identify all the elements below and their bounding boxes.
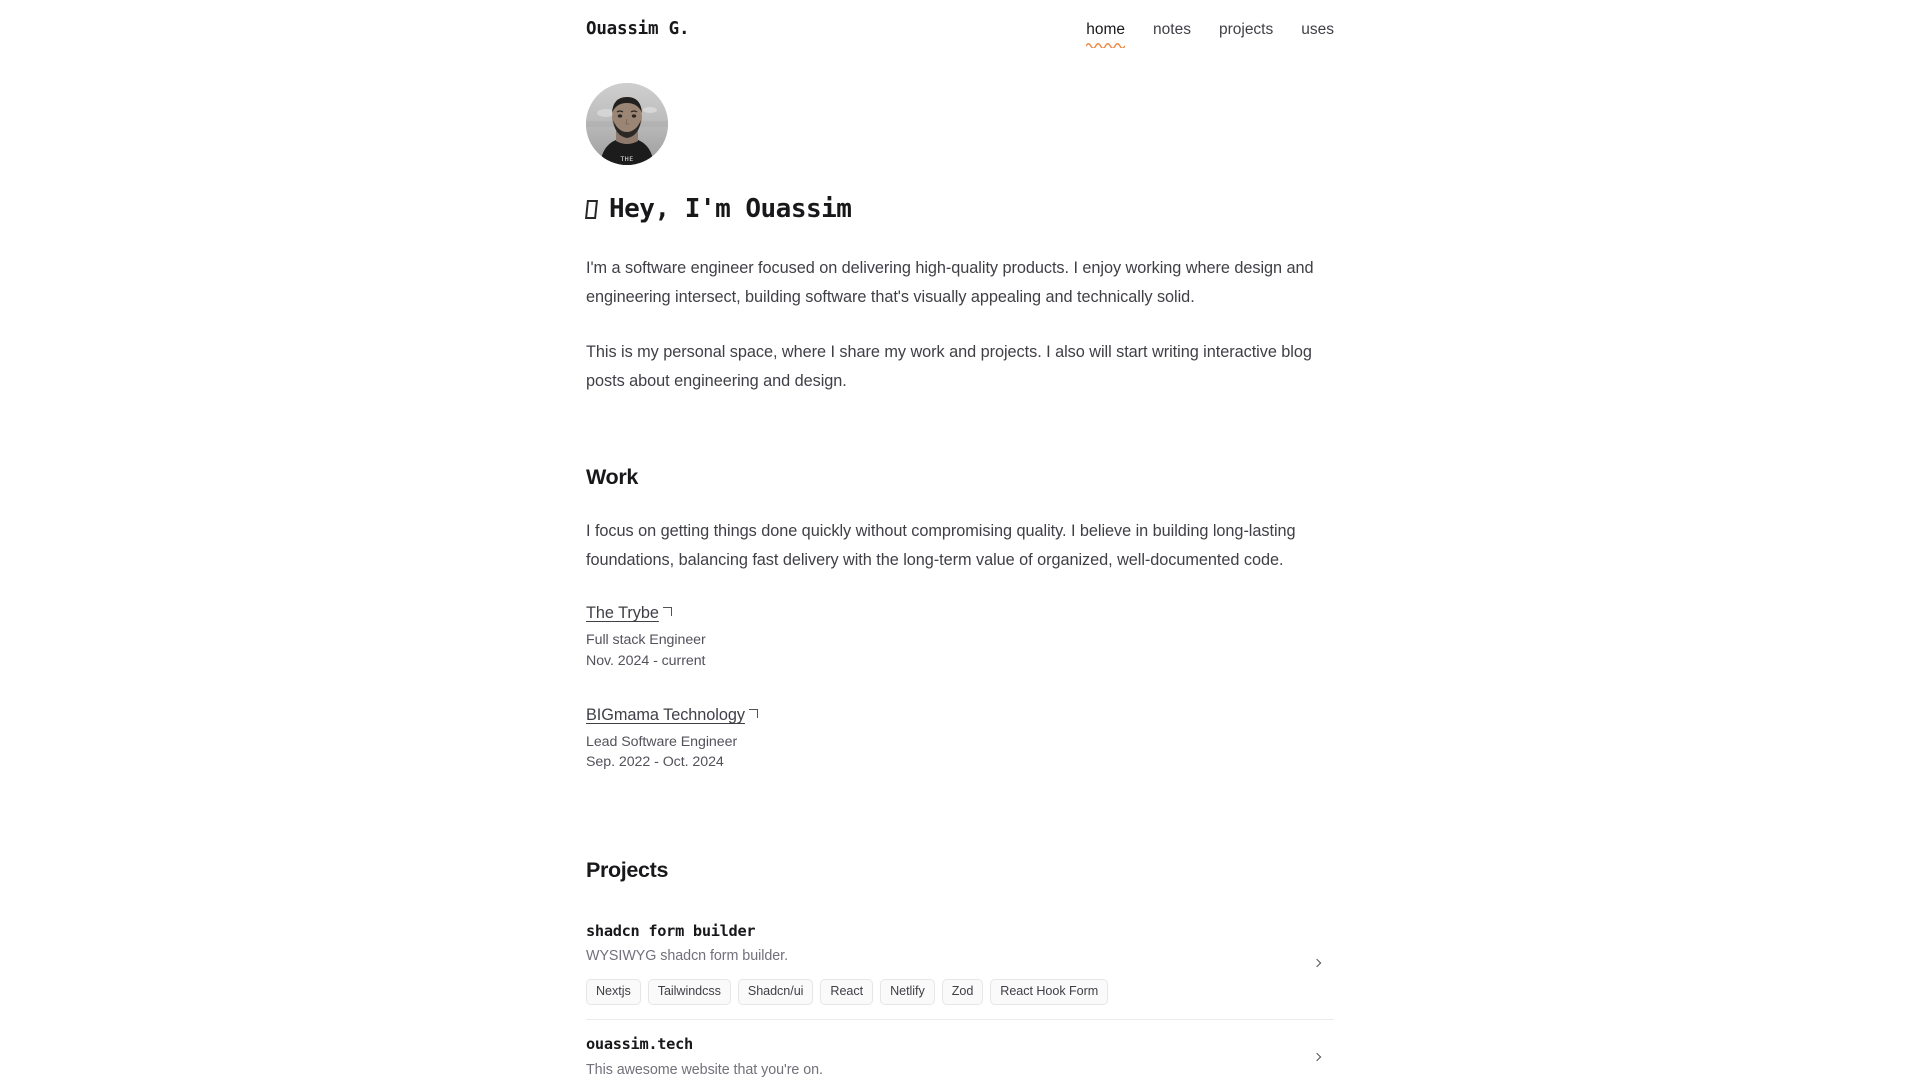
page-root: Ouassim G. home notes projects uses THE … xyxy=(0,0,1920,1080)
work-entry: The Trybe Full stack Engineer Nov. 2024 … xyxy=(586,602,1334,671)
nav-item-notes-label: notes xyxy=(1153,21,1191,38)
intro-paragraph-2: This is my personal space, where I share… xyxy=(586,343,1312,391)
avatar-photo-icon: THE xyxy=(586,83,668,166)
work-period: Sep. 2022 - Oct. 2024 xyxy=(586,754,724,771)
nav-item-projects[interactable]: projects xyxy=(1219,20,1273,49)
main-nav: home notes projects uses xyxy=(1086,18,1334,49)
project-list: shadcn form builder WYSIWYG shadcn form … xyxy=(586,907,1334,1080)
site-header: Ouassim G. home notes projects uses xyxy=(0,0,1920,49)
project-title: shadcn form builder xyxy=(586,921,756,940)
project-tag: Shadcn/ui xyxy=(737,979,814,1006)
project-tag: React Hook Form xyxy=(990,979,1109,1006)
nav-item-projects-label: projects xyxy=(1218,21,1274,38)
chevron-right-icon[interactable] xyxy=(1310,955,1326,971)
svg-text:THE: THE xyxy=(620,155,633,163)
work-company-link-the-trybe[interactable]: The Trybe xyxy=(586,602,672,624)
project-title: ouassim.tech xyxy=(586,1035,693,1054)
work-description: I focus on getting things done quickly w… xyxy=(586,522,1296,570)
project-tag: Nextjs xyxy=(586,979,641,1006)
project-row-ouassim-tech[interactable]: ouassim.tech This awesome website that y… xyxy=(586,1019,1334,1080)
project-tag: Netlify xyxy=(880,979,935,1006)
external-link-icon xyxy=(748,708,758,718)
project-tag: React xyxy=(820,979,874,1006)
project-row-shadcn-form-builder[interactable]: shadcn form builder WYSIWYG shadcn form … xyxy=(586,907,1334,1019)
intro-paragraph-1: I'm a software engineer focused on deliv… xyxy=(586,259,1314,307)
project-description: WYSIWYG shadcn form builder. xyxy=(586,948,789,965)
nav-item-home[interactable]: home xyxy=(1086,20,1126,49)
project-tag: Tailwindcss xyxy=(647,979,731,1006)
project-tag-row: Nextjs Tailwindcss Shadcn/ui React Netli… xyxy=(586,979,1298,1006)
work-company-name: The Trybe xyxy=(586,604,659,623)
work-role: Lead Software Engineer xyxy=(586,733,738,750)
projects-section-heading: Projects xyxy=(586,857,669,882)
active-squiggle-icon xyxy=(1086,43,1126,49)
external-link-icon xyxy=(662,607,672,617)
avatar: THE xyxy=(586,83,668,166)
site-brand[interactable]: Ouassim G. xyxy=(586,18,690,41)
page-title-text: Hey, I'm Ouassim xyxy=(609,194,852,225)
main-content: THE Hey, I'm Ouassim I'm a software engi… xyxy=(585,49,1334,1080)
nav-item-home-label: home xyxy=(1086,21,1126,38)
nav-item-notes[interactable]: notes xyxy=(1153,20,1191,49)
nav-item-uses[interactable]: uses xyxy=(1301,20,1334,49)
project-description: This awesome website that you're on. xyxy=(586,1061,823,1078)
work-company-name: BIGmama Technology xyxy=(586,705,745,724)
work-role: Full stack Engineer xyxy=(586,632,706,649)
page-title: Hey, I'm Ouassim xyxy=(585,193,1334,227)
chevron-right-icon[interactable] xyxy=(1310,1049,1326,1065)
work-period: Nov. 2024 - current xyxy=(586,652,706,669)
work-section-heading: Work xyxy=(586,465,638,490)
nav-item-uses-label: uses xyxy=(1301,21,1334,38)
work-entry: BIGmama Technology Lead Software Enginee… xyxy=(586,704,1334,773)
wave-emoji-icon xyxy=(585,200,598,220)
header-inner: Ouassim G. home notes projects uses xyxy=(586,18,1334,49)
work-company-link-bigmama-technology[interactable]: BIGmama Technology xyxy=(586,704,758,726)
project-tag: Zod xyxy=(941,979,984,1006)
